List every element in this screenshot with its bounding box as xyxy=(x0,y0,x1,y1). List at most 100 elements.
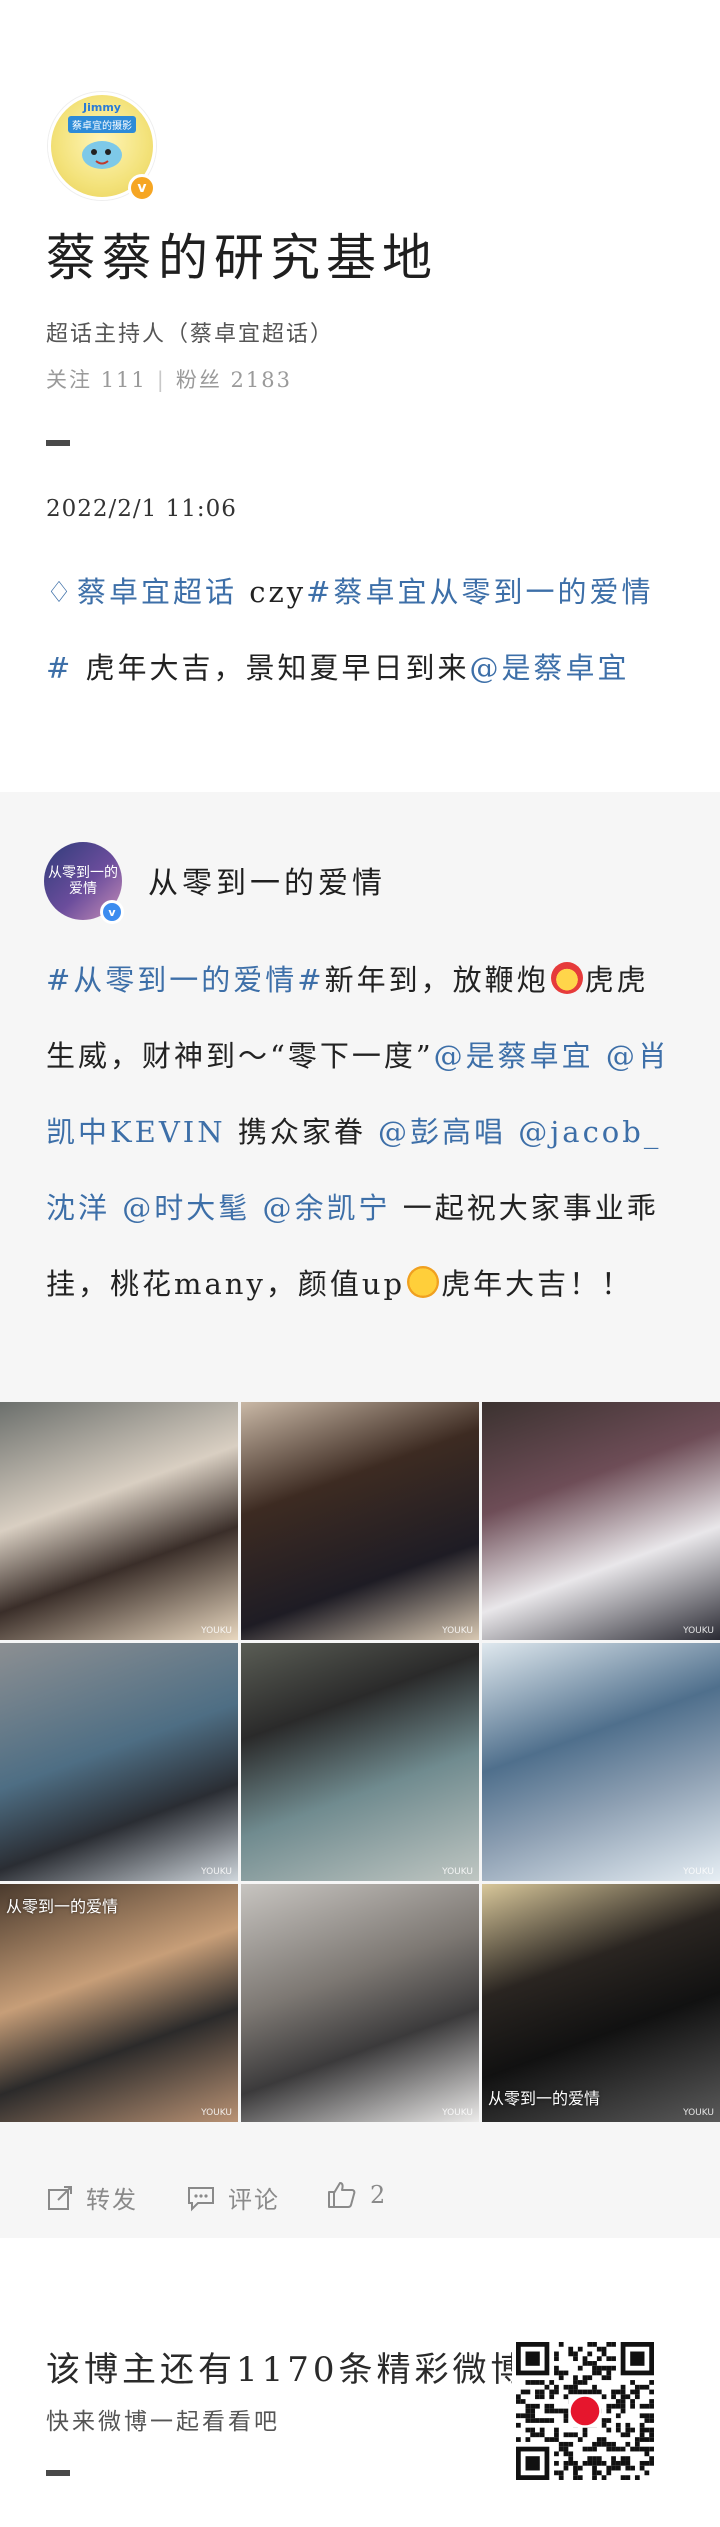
qr-module xyxy=(625,2456,631,2461)
qr-module xyxy=(606,2418,612,2423)
supertopic-diamond-icon: ♢ xyxy=(46,575,75,609)
mention-link[interactable]: @余凯宁 xyxy=(262,1191,390,1225)
qr-module xyxy=(582,2427,588,2433)
qr-module xyxy=(606,2446,612,2452)
qr-module xyxy=(639,2422,645,2428)
photo-thumbnail[interactable]: YOUKU xyxy=(241,1643,479,1881)
mention-link[interactable]: @时大髦 xyxy=(122,1191,250,1225)
qr-module xyxy=(630,2427,635,2433)
qr-module xyxy=(558,2446,564,2452)
photo-thumbnail[interactable]: YOUKU xyxy=(241,1402,479,1640)
qr-module xyxy=(577,2346,583,2352)
qr-module xyxy=(568,2441,574,2447)
qr-module xyxy=(639,2446,645,2452)
qr-module xyxy=(525,2380,531,2385)
reposted-weibo[interactable]: 从零到一的爱情 v 从零到一的爱情 #从零到一的爱情#新年到，放鞭炮 虎虎生威，财… xyxy=(0,792,720,2238)
text-span: czy xyxy=(237,575,306,609)
qr-module xyxy=(601,2422,607,2428)
qr-module xyxy=(649,2399,654,2404)
comment-button[interactable]: 评论 xyxy=(186,2180,280,2215)
qr-module xyxy=(525,2456,540,2471)
qr-module xyxy=(644,2384,650,2390)
photo-thumbnail[interactable]: YOUKU xyxy=(482,1402,720,1640)
hashtag-link[interactable]: ♢蔡卓宜超话 xyxy=(46,575,237,609)
repost-author-name[interactable]: 从零到一的爱情 xyxy=(148,858,386,902)
qr-module xyxy=(516,2422,521,2428)
qr-module xyxy=(587,2456,593,2461)
watermark: YOUKU xyxy=(442,1867,473,1877)
qr-module xyxy=(563,2446,569,2452)
qr-module xyxy=(601,2475,607,2480)
qr-module xyxy=(539,2432,545,2438)
qr-module xyxy=(611,2389,616,2395)
qr-module xyxy=(568,2351,574,2357)
photo-thumbnail[interactable]: 从零到一的爱情 YOUKU xyxy=(482,1884,720,2122)
qr-module xyxy=(563,2394,569,2400)
qr-module xyxy=(577,2365,583,2371)
repost-label: 转发 xyxy=(86,2186,138,2214)
qr-module xyxy=(539,2380,545,2385)
qr-module xyxy=(554,2365,559,2371)
qr-module xyxy=(649,2456,654,2461)
qr-module xyxy=(611,2342,616,2347)
qr-code[interactable] xyxy=(512,2338,658,2484)
qr-module xyxy=(630,2351,645,2366)
qr-module xyxy=(596,2346,602,2352)
like-button[interactable]: 2 xyxy=(326,2180,387,2210)
qr-module xyxy=(649,2427,654,2433)
qr-module xyxy=(573,2351,578,2357)
qr-module xyxy=(544,2437,550,2442)
qr-module xyxy=(525,2413,531,2419)
qr-module xyxy=(549,2403,555,2409)
qr-module xyxy=(592,2475,597,2480)
qr-module xyxy=(606,2470,612,2476)
text-run: @是蔡卓宜 xyxy=(433,1039,594,1073)
qr-module xyxy=(573,2375,578,2381)
text-span xyxy=(110,1191,122,1225)
hashtag-link[interactable]: #从零到一的爱情# xyxy=(46,963,325,997)
qr-module xyxy=(554,2408,559,2414)
repost-button[interactable]: 转发 xyxy=(46,2180,138,2215)
mention-link[interactable]: @是蔡卓宜 xyxy=(434,1039,594,1073)
photo-thumbnail[interactable]: 从零到一的爱情 YOUKU xyxy=(0,1884,238,2122)
qr-module xyxy=(573,2470,578,2476)
qr-module xyxy=(596,2470,602,2476)
qr-module xyxy=(601,2394,607,2400)
qr-module xyxy=(549,2389,555,2395)
qr-module xyxy=(634,2437,640,2442)
qr-module xyxy=(620,2403,626,2409)
mention-link[interactable]: @是蔡卓宜 xyxy=(470,651,630,685)
photo-overlay-text: 从零到一的爱情 xyxy=(6,1897,119,1916)
qr-module xyxy=(592,2342,597,2347)
qr-module xyxy=(544,2403,550,2409)
qr-module xyxy=(606,2408,612,2414)
qr-module xyxy=(568,2432,574,2438)
watermark: YOUKU xyxy=(683,1867,714,1877)
qr-module xyxy=(611,2356,616,2362)
photo-thumbnail[interactable]: YOUKU xyxy=(241,1884,479,2122)
qr-module xyxy=(644,2451,650,2457)
qr-module xyxy=(582,2380,588,2385)
profile-name[interactable]: 蔡蔡的研究基地 xyxy=(46,218,438,290)
footer-title: 该博主还有1170条精彩微博 xyxy=(46,2350,516,2390)
mention-link[interactable]: @彭高唱 xyxy=(378,1115,506,1149)
qr-module xyxy=(606,2370,612,2376)
text-run: 虎年大吉！！ xyxy=(441,1267,634,1301)
qr-module xyxy=(568,2460,574,2466)
photo-thumbnail[interactable]: YOUKU xyxy=(482,1643,720,1881)
qr-module xyxy=(544,2418,550,2423)
qr-module xyxy=(620,2475,626,2480)
qr-module xyxy=(620,2456,626,2461)
action-bar: 转发 评论 2 xyxy=(0,2166,720,2238)
qr-module xyxy=(606,2365,612,2371)
text-run xyxy=(110,1191,122,1225)
comment-label: 评论 xyxy=(228,2186,280,2214)
qr-module xyxy=(615,2403,621,2409)
qr-module xyxy=(582,2446,588,2452)
photo-thumbnail[interactable]: YOUKU xyxy=(0,1643,238,1881)
text-run xyxy=(594,1039,606,1073)
qr-module xyxy=(630,2446,635,2452)
text-run: #从零到一的爱情# xyxy=(46,963,325,997)
qr-module xyxy=(649,2418,654,2423)
photo-thumbnail[interactable]: YOUKU xyxy=(0,1402,238,1640)
